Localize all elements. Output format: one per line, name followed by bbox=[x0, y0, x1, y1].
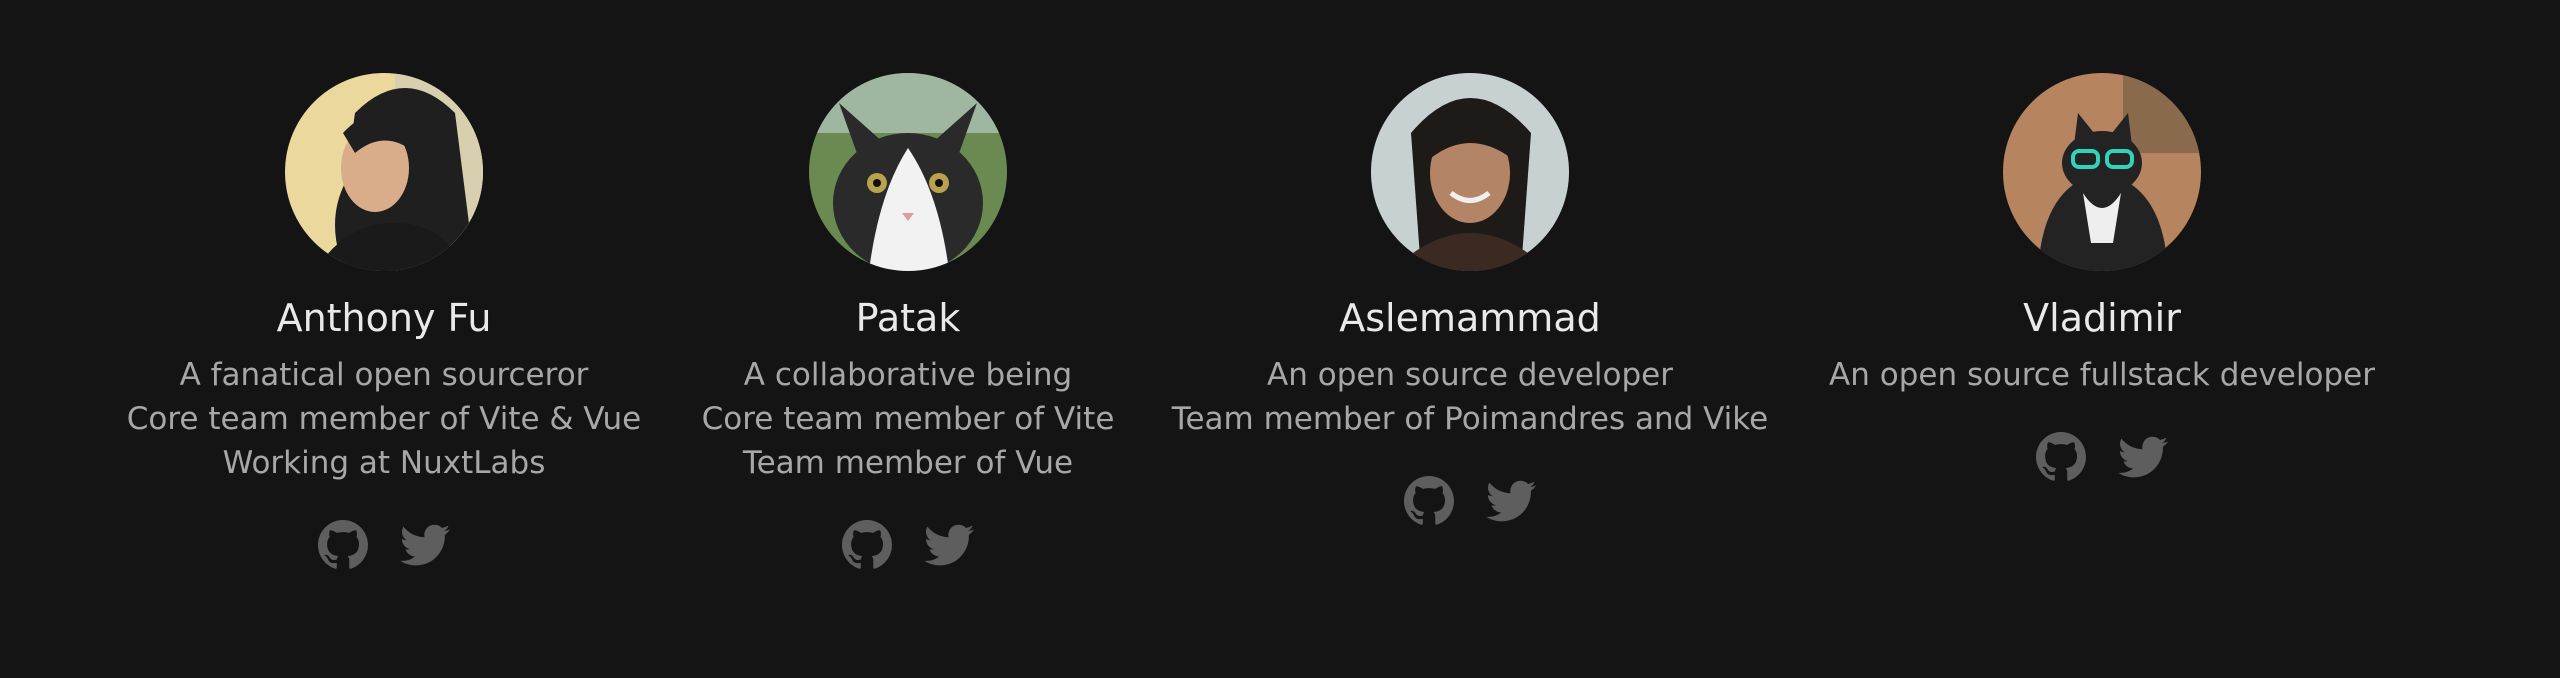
member-description: A collaborative being Core team member o… bbox=[702, 353, 1115, 485]
member-description: An open source fullstack developer bbox=[1829, 353, 2375, 397]
description-line: Team member of Vue bbox=[742, 445, 1074, 481]
github-icon[interactable] bbox=[1403, 475, 1455, 527]
member-name: Vladimir bbox=[2023, 296, 2181, 340]
description-line: An open source developer bbox=[1267, 357, 1673, 393]
team-member-vladimir: Vladimir An open source fullstack develo… bbox=[1752, 0, 2452, 483]
description-line: Working at NuxtLabs bbox=[222, 445, 546, 481]
description-line: Team member of Poimandres and Vike bbox=[1171, 401, 1769, 437]
github-icon[interactable] bbox=[2035, 431, 2087, 483]
member-name: Aslemammad bbox=[1339, 296, 1601, 340]
twitter-icon[interactable] bbox=[399, 519, 451, 571]
description-line: Core team member of Vite bbox=[701, 401, 1115, 437]
twitter-icon[interactable] bbox=[923, 519, 975, 571]
description-line: A fanatical open sourceror bbox=[179, 357, 589, 393]
github-icon[interactable] bbox=[317, 519, 369, 571]
avatar bbox=[1371, 73, 1569, 271]
description-line: An open source fullstack developer bbox=[1829, 357, 2375, 393]
social-links bbox=[841, 519, 975, 571]
social-links bbox=[2035, 431, 2169, 483]
team-member-aslemammad: Aslemammad An open source developer Team… bbox=[1120, 0, 1820, 527]
social-links bbox=[1403, 475, 1537, 527]
avatar bbox=[809, 73, 1007, 271]
twitter-icon[interactable] bbox=[1485, 475, 1537, 527]
github-icon[interactable] bbox=[841, 519, 893, 571]
avatar bbox=[285, 73, 483, 271]
description-line: A collaborative being bbox=[743, 357, 1073, 393]
member-description: An open source developer Team member of … bbox=[1172, 353, 1768, 441]
member-name: Anthony Fu bbox=[276, 296, 492, 340]
member-name: Patak bbox=[855, 296, 961, 340]
avatar bbox=[2003, 73, 2201, 271]
social-links bbox=[317, 519, 451, 571]
twitter-icon[interactable] bbox=[2117, 431, 2169, 483]
